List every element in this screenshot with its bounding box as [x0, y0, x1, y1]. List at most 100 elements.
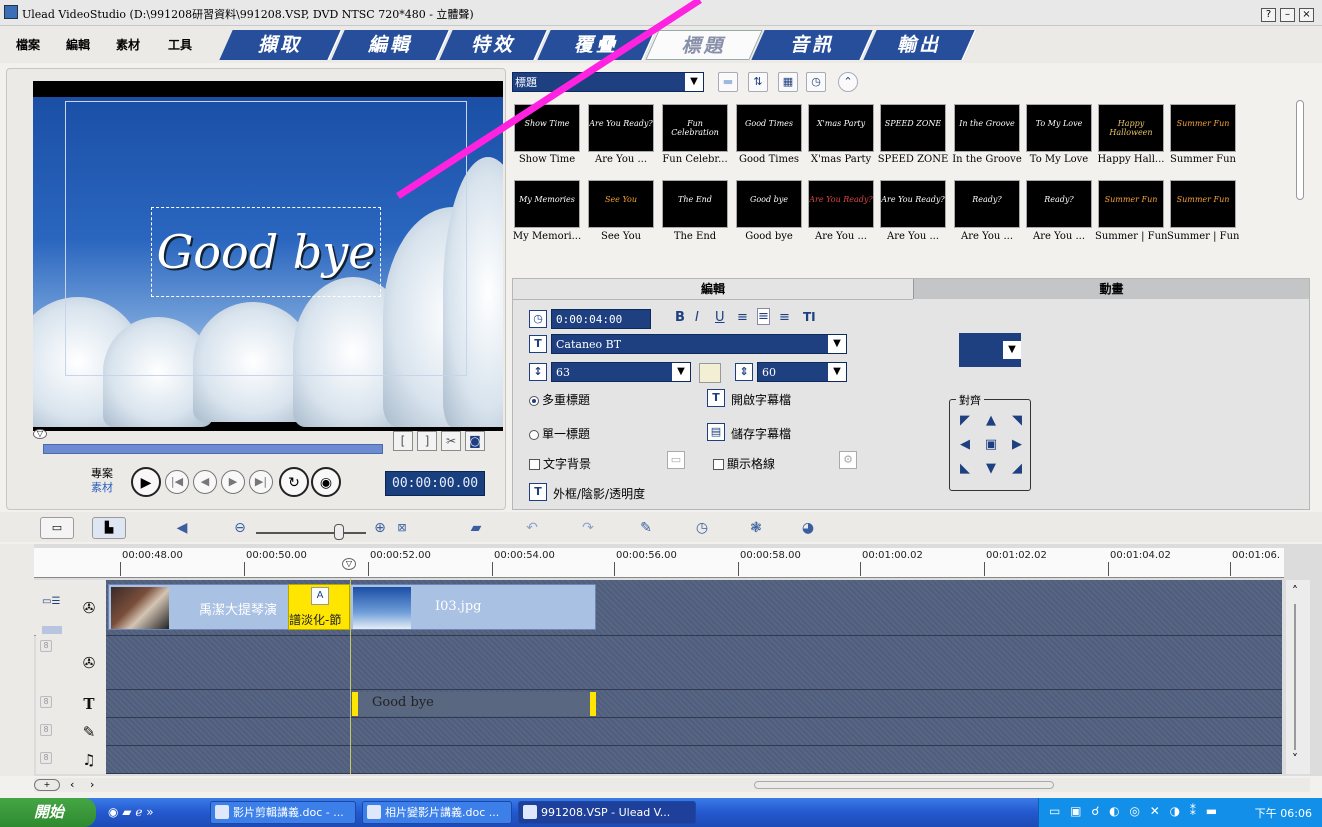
step-audio[interactable]: 音訊 [751, 30, 875, 60]
multi-title-radio[interactable]: 多重標題 [529, 391, 590, 408]
split-clip-button[interactable]: ✂ [441, 431, 461, 451]
zoom-in-icon[interactable]: ⊕ [368, 517, 392, 539]
library-category-select[interactable]: 標題 ▼ [512, 72, 704, 92]
step-share[interactable]: 輸出 [863, 30, 977, 60]
align-left-arrow-icon[interactable]: ◀ [958, 438, 972, 452]
mode-clip-label[interactable]: 素材 [91, 479, 113, 495]
title-clip[interactable]: Good bye [352, 692, 596, 716]
scroll-down-icon[interactable]: ˅ [1292, 752, 1298, 766]
smart-proxy-icon[interactable]: ✎ [634, 517, 658, 539]
ripple-editing-icon[interactable]: ▭☰ [42, 596, 60, 607]
mark-out-button[interactable]: ] [417, 431, 437, 451]
bold-button[interactable]: B [675, 310, 685, 325]
align-right-arrow-icon[interactable]: ▶ [1010, 438, 1024, 452]
tab-edit[interactable]: 編輯 [513, 279, 913, 299]
video-clip[interactable]: 禹潔大提琴演 [108, 584, 290, 630]
align-bottom-right-icon[interactable]: ◢ [1010, 462, 1024, 476]
grid-settings-icon[interactable]: ⚙ [839, 451, 857, 469]
border-shadow-label[interactable]: 外框/陰影/透明度 [553, 485, 645, 502]
chevron-down-icon[interactable]: ▼ [685, 73, 703, 91]
align-bottom-icon[interactable]: ▼ [984, 462, 998, 476]
align-top-right-icon[interactable]: ◥ [1010, 414, 1024, 428]
align-left-icon[interactable]: ≡ [737, 310, 748, 325]
redo-icon[interactable]: ↷ [576, 517, 600, 539]
save-subtitle-label[interactable]: 儲存字幕檔 [731, 425, 791, 442]
transition-clip[interactable]: A 譜淡化-節 [288, 584, 350, 630]
options-icon[interactable]: ◷ [806, 72, 826, 92]
lock-icon[interactable]: 8 [40, 724, 52, 736]
overlay-track[interactable] [106, 636, 1282, 690]
help-button[interactable]: ? [1261, 8, 1276, 22]
storyboard-view-icon[interactable]: ▭ [40, 517, 74, 539]
task-item[interactable]: 相片變影片講義.doc ... [362, 801, 512, 824]
zoom-slider[interactable] [256, 532, 366, 534]
title-track[interactable] [106, 690, 1282, 718]
library-view-icon[interactable]: ▦ [778, 72, 798, 92]
scroll-up-icon[interactable]: ˄ [1292, 584, 1298, 598]
chevron-down-icon[interactable]: ▼ [828, 363, 846, 381]
open-subtitle-label[interactable]: 開啟字幕檔 [731, 391, 791, 408]
title-thumb[interactable]: SPEED ZONE [880, 104, 946, 152]
align-center-box-icon[interactable]: ▣ [984, 438, 998, 452]
title-thumb[interactable]: Show Time [514, 104, 580, 152]
title-thumb[interactable]: Are You Ready? [880, 180, 946, 228]
music-track[interactable] [106, 746, 1282, 774]
task-item-active[interactable]: 991208.VSP - Ulead V... [518, 801, 696, 824]
title-thumb[interactable]: In the Groove [954, 104, 1020, 152]
step-effect[interactable]: 特效 [439, 30, 549, 60]
text-bg-settings-icon[interactable]: ▭ [667, 451, 685, 469]
volume-button[interactable]: ◉ [311, 467, 341, 497]
show-grid-checkbox[interactable]: 顯示格線 [713, 455, 775, 472]
underline-button[interactable]: U [715, 310, 725, 325]
image-clip[interactable]: I03.jpg [350, 584, 596, 630]
scroll-right-icon[interactable]: › [90, 778, 94, 791]
chevron-down-icon[interactable]: ▼ [1003, 341, 1021, 359]
line-spacing-select[interactable]: 60 ▼ [757, 362, 847, 382]
step-overlay[interactable]: 覆疊 [537, 30, 657, 60]
task-item[interactable]: 影片剪輯講義.doc - ... [210, 801, 356, 824]
preview-timecode[interactable]: 00:00:00.00 [385, 471, 486, 496]
font-color-swatch[interactable] [699, 363, 721, 383]
align-top-icon[interactable]: ▲ [984, 414, 998, 428]
chapter-point-icon[interactable]: ◷ [690, 517, 714, 539]
align-right-icon[interactable]: ≡ [779, 310, 790, 325]
scrubber-bar[interactable] [43, 444, 383, 454]
align-bottom-left-icon[interactable]: ◣ [958, 462, 972, 476]
open-subtitle-icon[interactable]: T [707, 389, 725, 407]
vertical-text-icon[interactable]: TI [803, 310, 816, 324]
step-edit[interactable]: 編輯 [331, 30, 451, 60]
title-thumb[interactable]: Happy Halloween [1098, 104, 1164, 152]
menu-tools[interactable]: 工具 [168, 36, 192, 53]
step-capture[interactable]: 擷取 [219, 30, 343, 60]
lock-icon[interactable]: 8 [40, 640, 52, 652]
title-thumb[interactable]: To My Love [1026, 104, 1092, 152]
timeline-vertical-scrollbar[interactable]: ˄ ˅ [1286, 580, 1310, 774]
library-scrollbar[interactable] [1296, 100, 1304, 200]
duration-field[interactable]: 0:00:04:00 [551, 309, 651, 329]
title-thumb[interactable]: Summer Fun [1170, 180, 1236, 228]
undo-icon[interactable]: ↶ [520, 517, 544, 539]
minimize-button[interactable]: – [1280, 8, 1295, 22]
folder-icon[interactable]: ▬ [718, 72, 738, 92]
prev-frame-icon[interactable]: ◀ [193, 470, 217, 494]
surround-sound-icon[interactable]: ◕ [796, 517, 820, 539]
timeline-view-icon[interactable]: ▙ [92, 517, 126, 539]
title-thumb[interactable]: Summer Fun [1098, 180, 1164, 228]
step-title[interactable]: 標題 [645, 30, 763, 60]
title-thumb[interactable]: Good Times [736, 104, 802, 152]
zoom-slider-thumb[interactable] [334, 524, 344, 540]
home-icon[interactable]: |◀ [165, 470, 189, 494]
title-thumb[interactable]: My Memories [514, 180, 580, 228]
enlarge-preview-button[interactable]: ◙ [465, 431, 485, 451]
title-thumb[interactable]: See You [588, 180, 654, 228]
mark-in-button[interactable]: [ [393, 431, 413, 451]
chevron-down-icon[interactable]: ▼ [672, 363, 690, 381]
title-thumb[interactable]: Fun Celebration [662, 104, 728, 152]
border-shadow-icon[interactable]: T [529, 483, 547, 501]
zoom-out-icon[interactable]: ⊖ [228, 517, 252, 539]
start-button[interactable]: 開始 [0, 798, 96, 827]
audio-view-icon[interactable]: ◀ [170, 517, 194, 539]
single-title-radio[interactable]: 單一標題 [529, 425, 590, 442]
menu-edit[interactable]: 編輯 [66, 36, 90, 53]
fit-project-icon[interactable]: ⊠ [390, 517, 414, 539]
